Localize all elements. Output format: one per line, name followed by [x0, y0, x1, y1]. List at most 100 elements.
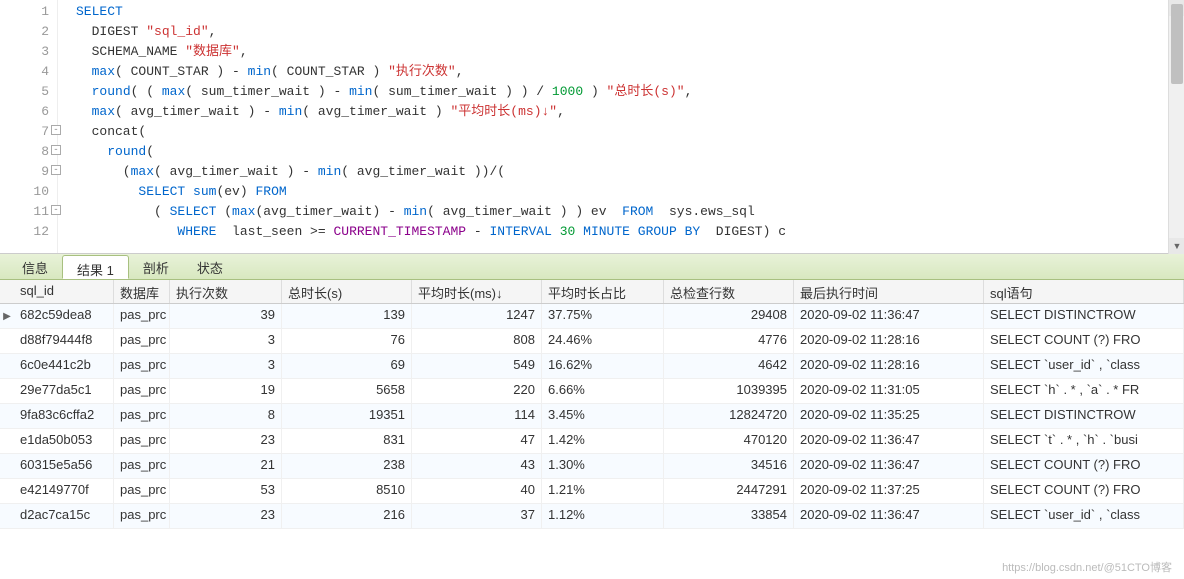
tab-0[interactable]: 信息 — [8, 254, 62, 279]
cell[interactable]: 8 — [170, 404, 282, 428]
cell[interactable]: 3 — [170, 329, 282, 353]
cell[interactable]: 6.66% — [542, 379, 664, 403]
cell[interactable]: 19 — [170, 379, 282, 403]
tab-1[interactable]: 结果 1 — [62, 255, 129, 279]
cell[interactable]: 76 — [282, 329, 412, 353]
cell[interactable]: 34516 — [664, 454, 794, 478]
col-sql-id[interactable]: sql_id — [14, 280, 114, 303]
cell[interactable]: 139 — [282, 304, 412, 328]
cell[interactable]: 19351 — [282, 404, 412, 428]
table-row[interactable]: 60315e5a56pas_prc21238431.30%345162020-0… — [0, 454, 1184, 479]
cell[interactable]: 220 — [412, 379, 542, 403]
table-row[interactable]: 9fa83c6cffa2pas_prc8193511143.45%1282472… — [0, 404, 1184, 429]
cell[interactable]: 2447291 — [664, 479, 794, 503]
cell[interactable]: 238 — [282, 454, 412, 478]
cell[interactable]: SELECT `t` . * , `h` . `busi — [984, 429, 1184, 453]
cell[interactable]: 1.21% — [542, 479, 664, 503]
scroll-thumb[interactable] — [1171, 4, 1183, 84]
col-sql-text[interactable]: sql语句 — [984, 280, 1184, 303]
cell[interactable]: 470120 — [664, 429, 794, 453]
col-database[interactable]: 数据库 — [114, 280, 170, 303]
editor-scrollbar[interactable]: ▲ ▼ — [1168, 0, 1184, 254]
cell[interactable]: 2020-09-02 11:36:47 — [794, 504, 984, 528]
cell[interactable]: 12824720 — [664, 404, 794, 428]
cell[interactable]: 23 — [170, 504, 282, 528]
scroll-down-icon[interactable]: ▼ — [1169, 238, 1184, 254]
cell[interactable]: 2020-09-02 11:36:47 — [794, 454, 984, 478]
col-exec-count[interactable]: 执行次数 — [170, 280, 282, 303]
col-total-time[interactable]: 总时长(s) — [282, 280, 412, 303]
cell[interactable]: 2020-09-02 11:28:16 — [794, 329, 984, 353]
col-avg-pct[interactable]: 平均时长占比 — [542, 280, 664, 303]
cell[interactable]: 1.42% — [542, 429, 664, 453]
cell[interactable]: SELECT COUNT (?) FRO — [984, 329, 1184, 353]
cell[interactable]: 16.62% — [542, 354, 664, 378]
cell[interactable]: 1.30% — [542, 454, 664, 478]
col-last-exec[interactable]: 最后执行时间 — [794, 280, 984, 303]
cell[interactable]: e1da50b053 — [14, 429, 114, 453]
table-row[interactable]: e42149770fpas_prc538510401.21%2447291202… — [0, 479, 1184, 504]
cell[interactable]: 4776 — [664, 329, 794, 353]
cell[interactable]: 4642 — [664, 354, 794, 378]
cell[interactable]: pas_prc — [114, 479, 170, 503]
cell[interactable]: 33854 — [664, 504, 794, 528]
fold-toggle-icon[interactable]: - — [51, 145, 61, 155]
fold-toggle-icon[interactable]: - — [51, 165, 61, 175]
cell[interactable]: 6c0e441c2b — [14, 354, 114, 378]
cell[interactable]: pas_prc — [114, 354, 170, 378]
table-row[interactable]: 29e77da5c1pas_prc1956582206.66%103939520… — [0, 379, 1184, 404]
cell[interactable]: 1.12% — [542, 504, 664, 528]
cell[interactable]: SELECT COUNT (?) FRO — [984, 454, 1184, 478]
cell[interactable]: 69 — [282, 354, 412, 378]
cell[interactable]: 29408 — [664, 304, 794, 328]
cell[interactable]: 2020-09-02 11:36:47 — [794, 304, 984, 328]
cell[interactable]: SELECT COUNT (?) FRO — [984, 479, 1184, 503]
cell[interactable]: 3 — [170, 354, 282, 378]
tab-3[interactable]: 状态 — [183, 254, 237, 279]
cell[interactable]: pas_prc — [114, 304, 170, 328]
cell[interactable]: SELECT `user_id` , `class — [984, 504, 1184, 528]
table-row[interactable]: d2ac7ca15cpas_prc23216371.12%338542020-0… — [0, 504, 1184, 529]
cell[interactable]: pas_prc — [114, 379, 170, 403]
cell[interactable]: d88f79444f8 — [14, 329, 114, 353]
cell[interactable]: 831 — [282, 429, 412, 453]
cell[interactable]: 39 — [170, 304, 282, 328]
tab-2[interactable]: 剖析 — [129, 254, 183, 279]
cell[interactable]: 2020-09-02 11:31:05 — [794, 379, 984, 403]
cell[interactable]: SELECT DISTINCTROW — [984, 304, 1184, 328]
cell[interactable]: 2020-09-02 11:37:25 — [794, 479, 984, 503]
col-avg-time[interactable]: 平均时长(ms)↓ — [412, 280, 542, 303]
cell[interactable]: 9fa83c6cffa2 — [14, 404, 114, 428]
cell[interactable]: 43 — [412, 454, 542, 478]
cell[interactable]: 23 — [170, 429, 282, 453]
cell[interactable]: 24.46% — [542, 329, 664, 353]
cell[interactable]: SELECT `h` . * , `a` . * FR — [984, 379, 1184, 403]
cell[interactable]: 1247 — [412, 304, 542, 328]
cell[interactable]: 47 — [412, 429, 542, 453]
table-row[interactable]: e1da50b053pas_prc23831471.42%4701202020-… — [0, 429, 1184, 454]
cell[interactable]: 2020-09-02 11:28:16 — [794, 354, 984, 378]
cell[interactable]: 21 — [170, 454, 282, 478]
cell[interactable]: 37.75% — [542, 304, 664, 328]
cell[interactable]: 682c59dea8 — [14, 304, 114, 328]
cell[interactable]: pas_prc — [114, 329, 170, 353]
cell[interactable]: 5658 — [282, 379, 412, 403]
cell[interactable]: pas_prc — [114, 454, 170, 478]
cell[interactable]: 114 — [412, 404, 542, 428]
cell[interactable]: SELECT `user_id` , `class — [984, 354, 1184, 378]
cell[interactable]: 1039395 — [664, 379, 794, 403]
cell[interactable]: 808 — [412, 329, 542, 353]
cell[interactable]: 8510 — [282, 479, 412, 503]
cell[interactable]: 37 — [412, 504, 542, 528]
sql-editor[interactable]: 1234567-8-9-1011-12 SELECT DIGEST "sql_i… — [0, 0, 1184, 254]
code-content[interactable]: SELECT DIGEST "sql_id", SCHEMA_NAME "数据库… — [58, 0, 1184, 253]
cell[interactable]: d2ac7ca15c — [14, 504, 114, 528]
cell[interactable]: 53 — [170, 479, 282, 503]
table-row[interactable]: ▶682c59dea8pas_prc39139124737.75%2940820… — [0, 304, 1184, 329]
cell[interactable]: 549 — [412, 354, 542, 378]
cell[interactable]: 2020-09-02 11:35:25 — [794, 404, 984, 428]
cell[interactable]: pas_prc — [114, 404, 170, 428]
cell[interactable]: SELECT DISTINCTROW — [984, 404, 1184, 428]
col-rows-examined[interactable]: 总检查行数 — [664, 280, 794, 303]
table-row[interactable]: 6c0e441c2bpas_prc36954916.62%46422020-09… — [0, 354, 1184, 379]
